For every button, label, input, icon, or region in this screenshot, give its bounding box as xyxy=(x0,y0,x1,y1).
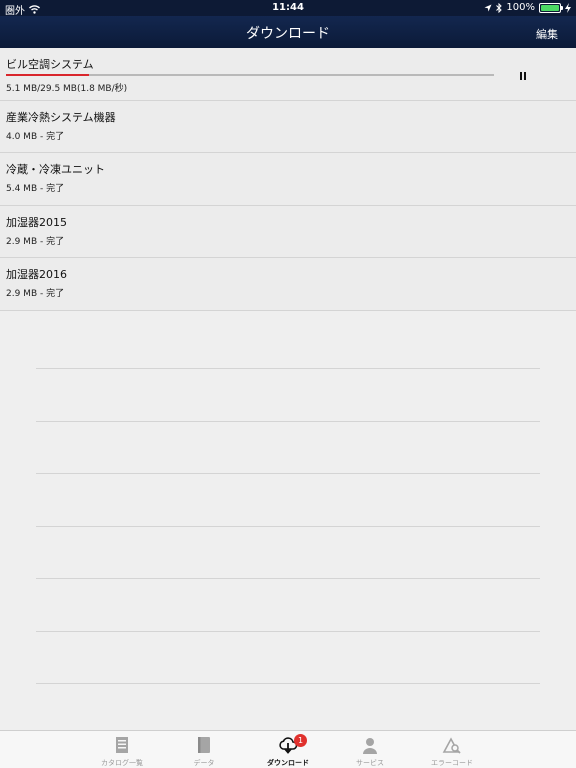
book-icon xyxy=(198,737,210,753)
edit-button[interactable]: 編集 xyxy=(536,26,558,42)
empty-list-area xyxy=(36,368,540,736)
badge: 1 xyxy=(294,734,307,747)
pause-icon-bar xyxy=(520,72,522,80)
download-status: 5.4 MB - 完了 xyxy=(6,184,65,194)
nav-bar: ダウンロード 編集 xyxy=(0,16,576,48)
status-right: 100% xyxy=(484,2,571,13)
battery-percent: 100% xyxy=(506,2,535,13)
tab-label: サービス xyxy=(356,759,384,767)
download-status: 2.9 MB - 完了 xyxy=(6,289,65,299)
download-list: ビル空調システム 5.1 MB/29.5 MB(1.8 MB/秒) 産業冷熱シス… xyxy=(0,48,576,311)
charging-icon xyxy=(565,2,571,13)
divider xyxy=(36,630,540,684)
tab-label: データ xyxy=(193,759,215,767)
progress-fill xyxy=(6,74,89,76)
tab-download[interactable]: 1 ダウンロード xyxy=(248,731,328,768)
tab-label: カタログ一覧 xyxy=(101,759,143,767)
warning-search-icon xyxy=(442,737,461,754)
download-item[interactable]: 産業冷熱システム機器 4.0 MB - 完了 xyxy=(0,100,576,153)
divider xyxy=(36,578,540,631)
progress-bar xyxy=(6,74,494,76)
catalog-list-icon xyxy=(116,737,128,753)
tab-error-code[interactable]: エラーコード xyxy=(412,731,492,768)
battery-icon xyxy=(539,2,563,13)
download-status: 2.9 MB - 完了 xyxy=(6,236,65,247)
download-item[interactable]: 冷蔵・冷凍ユニット 5.4 MB - 完了 xyxy=(0,153,576,206)
tab-catalog-list[interactable]: カタログ一覧 xyxy=(82,731,162,768)
divider xyxy=(36,368,540,421)
divider xyxy=(36,420,540,474)
divider xyxy=(36,525,540,579)
download-title: 加湿器2016 xyxy=(6,268,67,281)
download-item[interactable]: 加湿器2016 2.9 MB - 完了 xyxy=(0,258,576,311)
pause-icon-bar xyxy=(524,72,526,80)
divider xyxy=(36,683,540,736)
download-item[interactable]: 加湿器2015 2.9 MB - 完了 xyxy=(0,205,576,258)
divider xyxy=(36,473,540,526)
tab-bar: カタログ一覧 データ 1 ダウンロード サービス エラーコード xyxy=(0,730,576,768)
download-title: ビル空調システム xyxy=(6,58,94,71)
tab-data[interactable]: データ xyxy=(164,731,244,768)
bluetooth-icon xyxy=(496,2,503,13)
pause-button[interactable] xyxy=(515,68,531,84)
person-icon xyxy=(363,738,377,754)
download-title: 加湿器2015 xyxy=(6,215,67,229)
download-item[interactable]: ビル空調システム 5.1 MB/29.5 MB(1.8 MB/秒) xyxy=(0,48,576,101)
tab-label: ダウンロード xyxy=(267,759,309,767)
download-title: 産業冷熱システム機器 xyxy=(6,110,116,124)
download-status: 5.1 MB/29.5 MB(1.8 MB/秒) xyxy=(6,84,128,94)
download-title: 冷蔵・冷凍ユニット xyxy=(6,163,105,176)
download-status: 4.0 MB - 完了 xyxy=(6,131,65,142)
tab-label: エラーコード xyxy=(431,759,473,767)
page-title: ダウンロード xyxy=(246,26,330,42)
tab-service[interactable]: サービス xyxy=(330,731,410,768)
status-bar: 圏外 11:44 100% xyxy=(0,0,576,17)
location-icon xyxy=(484,4,492,11)
